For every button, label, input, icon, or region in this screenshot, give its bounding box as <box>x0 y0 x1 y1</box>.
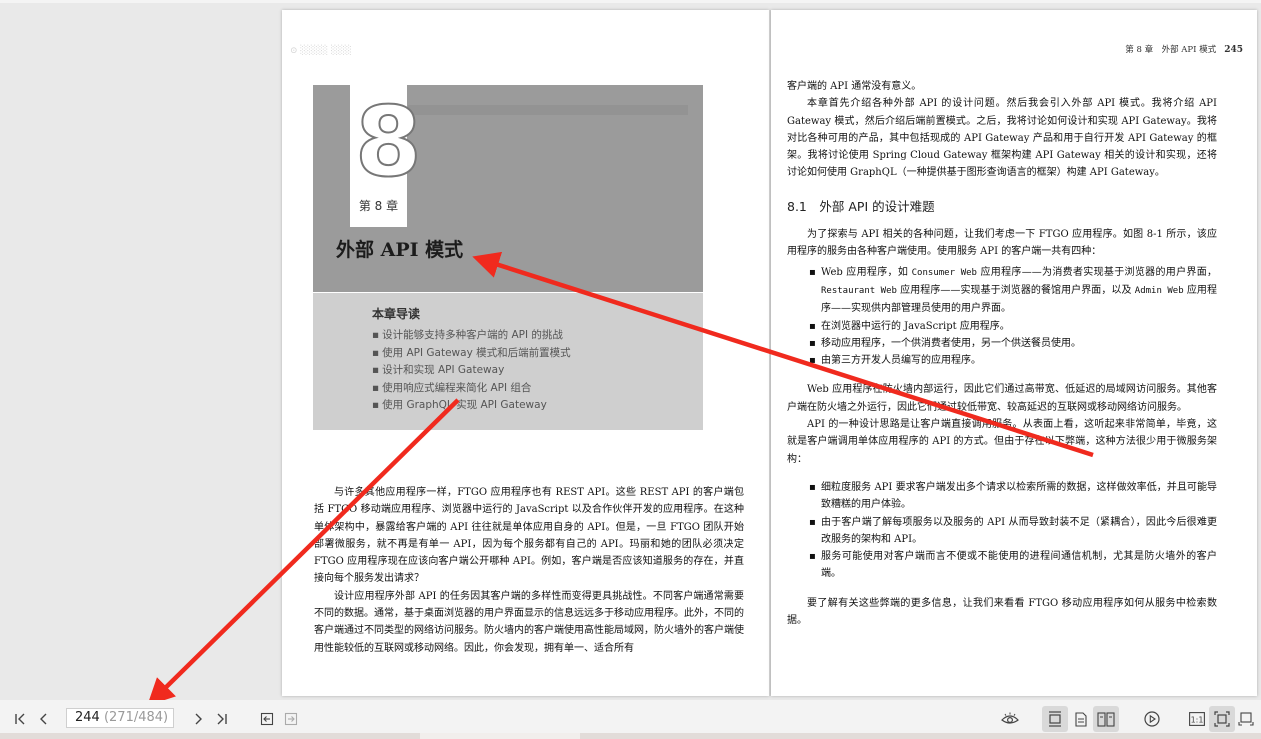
current-page: 244 <box>75 710 100 725</box>
intro-item: 使用 GraphQL 实现 API Gateway <box>372 397 571 415</box>
play-icon[interactable] <box>1139 706 1165 732</box>
bleed-through-text <box>408 105 688 115</box>
fit-page-icon[interactable] <box>1209 706 1235 732</box>
fit-width-icon[interactable] <box>1234 706 1258 732</box>
paragraph: 与许多其他应用程序一样，FTGO 应用程序也有 REST API。这些 REST… <box>314 487 744 585</box>
eye-icon[interactable] <box>997 706 1023 732</box>
paragraph: API 的一种设计思路是让客户端直接调用服务。从表面上看，这听起来非常简单，毕竟… <box>787 419 1217 465</box>
paragraph: 要了解有关这些弊端的更多信息，让我们来看看 FTGO 移动应用程序如何从服务中检… <box>787 597 1217 627</box>
page-number: 245 <box>1224 45 1243 55</box>
scroll-mode-icon[interactable] <box>1042 706 1068 732</box>
text-run: 应用程序——实现基于浏览器的餐馆用户界面，以及 <box>896 284 1135 296</box>
left-page: ⊙ ░░░░ ░░░ 8 第 8 章 外部 API 模式 本章导读 设计能够支持… <box>282 10 769 696</box>
paragraph: Web 应用程序在防火墙内部运行，因此它们通过高带宽、低延迟的局域网访问服务。其… <box>787 384 1217 413</box>
top-border <box>0 0 1261 3</box>
ghost-header: ⊙ ░░░░ ░░░ <box>290 46 352 56</box>
intro-list: 设计能够支持多种客户端的 API 的挑战 使用 API Gateway 模式和后… <box>372 327 571 415</box>
right-page-body: 客户端的 API 通常没有意义。 本章首先介绍各种外部 API 的设计问题。然后… <box>787 78 1217 629</box>
chapter-number: 8 <box>354 86 423 198</box>
intro-title: 本章导读 <box>372 307 421 321</box>
page-total: (271/484) <box>99 710 169 725</box>
running-head: 第 8 章 外部 API 模式 245 <box>1125 43 1243 55</box>
list-item: 由于客户端了解每项服务以及服务的 API 从而导致封装不足（紧耦合），因此今后很… <box>787 514 1217 549</box>
list-item: Web 应用程序，如 Consumer Web 应用程序——为消费者实现基于浏览… <box>787 264 1217 318</box>
paragraph: 本章首先介绍各种外部 API 的设计问题。然后我会引入外部 API 模式。我将介… <box>787 98 1217 179</box>
text-run: 应用程序——为消费者实现基于浏览器的用户界面， <box>976 266 1218 278</box>
chapter-banner: 8 第 8 章 外部 API 模式 <box>313 85 703 292</box>
intro-item: 设计和实现 API Gateway <box>372 362 571 380</box>
chapter-label: 第 8 章 <box>358 199 399 213</box>
chapter-intro-box: 本章导读 设计能够支持多种客户端的 API 的挑战 使用 API Gateway… <box>313 293 703 430</box>
page-number-input[interactable]: 244 (271/484) <box>66 708 174 728</box>
code-run: Restaurant Web <box>821 285 897 296</box>
list-item: 在浏览器中运行的 JavaScript 应用程序。 <box>787 318 1217 336</box>
paragraph: 设计应用程序外部 API 的任务因其客户端的多样性而变得更具挑战性。不同客户端通… <box>314 590 744 654</box>
intro-item: 设计能够支持多种客户端的 API 的挑战 <box>372 327 571 345</box>
taskbar-strip <box>0 733 1261 739</box>
chapter-title: 外部 API 模式 <box>336 239 464 261</box>
forward-icon[interactable] <box>278 706 304 732</box>
list-item: 移动应用程序，一个供消费者使用，另一个供送餐员使用。 <box>787 335 1217 353</box>
intro-item: 使用响应式编程来简化 API 组合 <box>372 380 571 398</box>
back-icon[interactable] <box>254 706 280 732</box>
text-run: Web 应用程序，如 <box>821 266 912 278</box>
prev-page-icon[interactable] <box>31 706 57 732</box>
last-page-icon[interactable] <box>209 706 235 732</box>
single-page-icon[interactable] <box>1068 706 1094 732</box>
code-run: Consumer Web <box>911 267 977 278</box>
code-run: Admin Web <box>1134 285 1184 296</box>
svg-text:1:1: 1:1 <box>1191 716 1204 725</box>
left-page-body: 与许多其他应用程序一样，FTGO 应用程序也有 REST API。这些 REST… <box>314 484 744 657</box>
actual-size-icon[interactable]: 1:1 <box>1184 706 1210 732</box>
drawback-list: 细粒度服务 API 要求客户端发出多个请求以检索所需的数据，这样做效率低，并且可… <box>787 479 1217 583</box>
running-head-title: 第 8 章 外部 API 模式 <box>1125 45 1217 55</box>
intro-item: 使用 API Gateway 模式和后端前置模式 <box>372 345 571 363</box>
paragraph: 为了探索与 API 相关的各种问题，让我们考虑一下 FTGO 应用程序。如图 8… <box>787 229 1217 258</box>
client-list: Web 应用程序，如 Consumer Web 应用程序——为消费者实现基于浏览… <box>787 264 1217 370</box>
two-page-icon[interactable] <box>1093 706 1119 732</box>
paragraph: 客户端的 API 通常没有意义。 <box>787 81 922 92</box>
list-item: 服务可能使用对客户端而言不便或不能使用的进程间通信机制，尤其是防火墙外的客户端。 <box>787 548 1217 583</box>
section-heading: 8.1 外部 API 的设计难题 <box>787 198 935 214</box>
list-item: 细粒度服务 API 要求客户端发出多个请求以检索所需的数据，这样做效率低，并且可… <box>787 479 1217 514</box>
right-page: 第 8 章 外部 API 模式 245 客户端的 API 通常没有意义。 本章首先… <box>771 10 1257 696</box>
next-page-icon[interactable] <box>185 706 211 732</box>
list-item: 由第三方开发人员编写的应用程序。 <box>787 352 1217 370</box>
first-page-icon[interactable] <box>7 706 33 732</box>
